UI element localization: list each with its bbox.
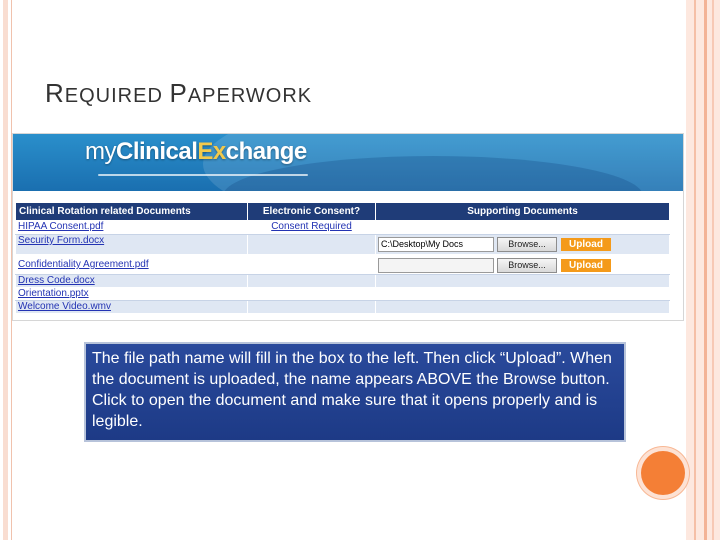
table-row: Orientation.pptx — [15, 287, 670, 301]
column-header: Clinical Rotation related Documents — [15, 202, 248, 221]
consent-required-link[interactable]: Consent Required — [250, 221, 373, 232]
file-path-field[interactable]: C:\Desktop\My Docs — [378, 237, 494, 252]
table-row: Confidentiality Agreement.pdf Browse... U… — [15, 254, 670, 275]
column-header: Supporting Documents — [375, 202, 670, 221]
file-path-field[interactable] — [378, 258, 494, 273]
documents-table: Clinical Rotation related Documents Elec… — [15, 202, 670, 314]
table-row: Welcome Video.wmv — [15, 300, 670, 314]
upload-button[interactable]: Upload — [561, 259, 611, 272]
decorative-orange-circle — [641, 451, 685, 495]
document-link[interactable]: Dress Code.docx — [18, 275, 95, 286]
table-row: Dress Code.docx — [15, 274, 670, 288]
app-screenshot: myClinicalExchange Clinical Rotation rel… — [13, 134, 683, 320]
table-header-row: Clinical Rotation related Documents Elec… — [15, 202, 670, 221]
table-row: Security Form.docx C:\Desktop\My Docs Bro… — [15, 234, 670, 255]
header-banner: myClinicalExchange — [13, 134, 683, 191]
browse-button[interactable]: Browse... — [497, 237, 557, 252]
document-link[interactable]: Welcome Video.wmv — [18, 301, 111, 312]
document-link[interactable]: Confidentiality Agreement.pdf — [18, 259, 149, 270]
browse-button[interactable]: Browse... — [497, 258, 557, 273]
upload-button[interactable]: Upload — [561, 238, 611, 251]
document-link[interactable]: Security Form.docx — [18, 235, 104, 246]
brand-logo: myClinicalExchange — [85, 138, 307, 165]
logo-swoosh — [98, 174, 308, 176]
document-link[interactable]: HIPAA Consent.pdf — [18, 221, 103, 232]
slide-right-border — [686, 0, 720, 540]
document-link[interactable]: Orientation.pptx — [18, 288, 89, 299]
instruction-callout: The file path name will fill in the box … — [84, 342, 626, 442]
table-row: HIPAA Consent.pdf Consent Required — [15, 220, 670, 235]
column-header: Electronic Consent? — [247, 202, 376, 221]
slide-left-border — [0, 0, 12, 540]
slide-title: REQUIRED PAPERWORK — [45, 78, 313, 108]
